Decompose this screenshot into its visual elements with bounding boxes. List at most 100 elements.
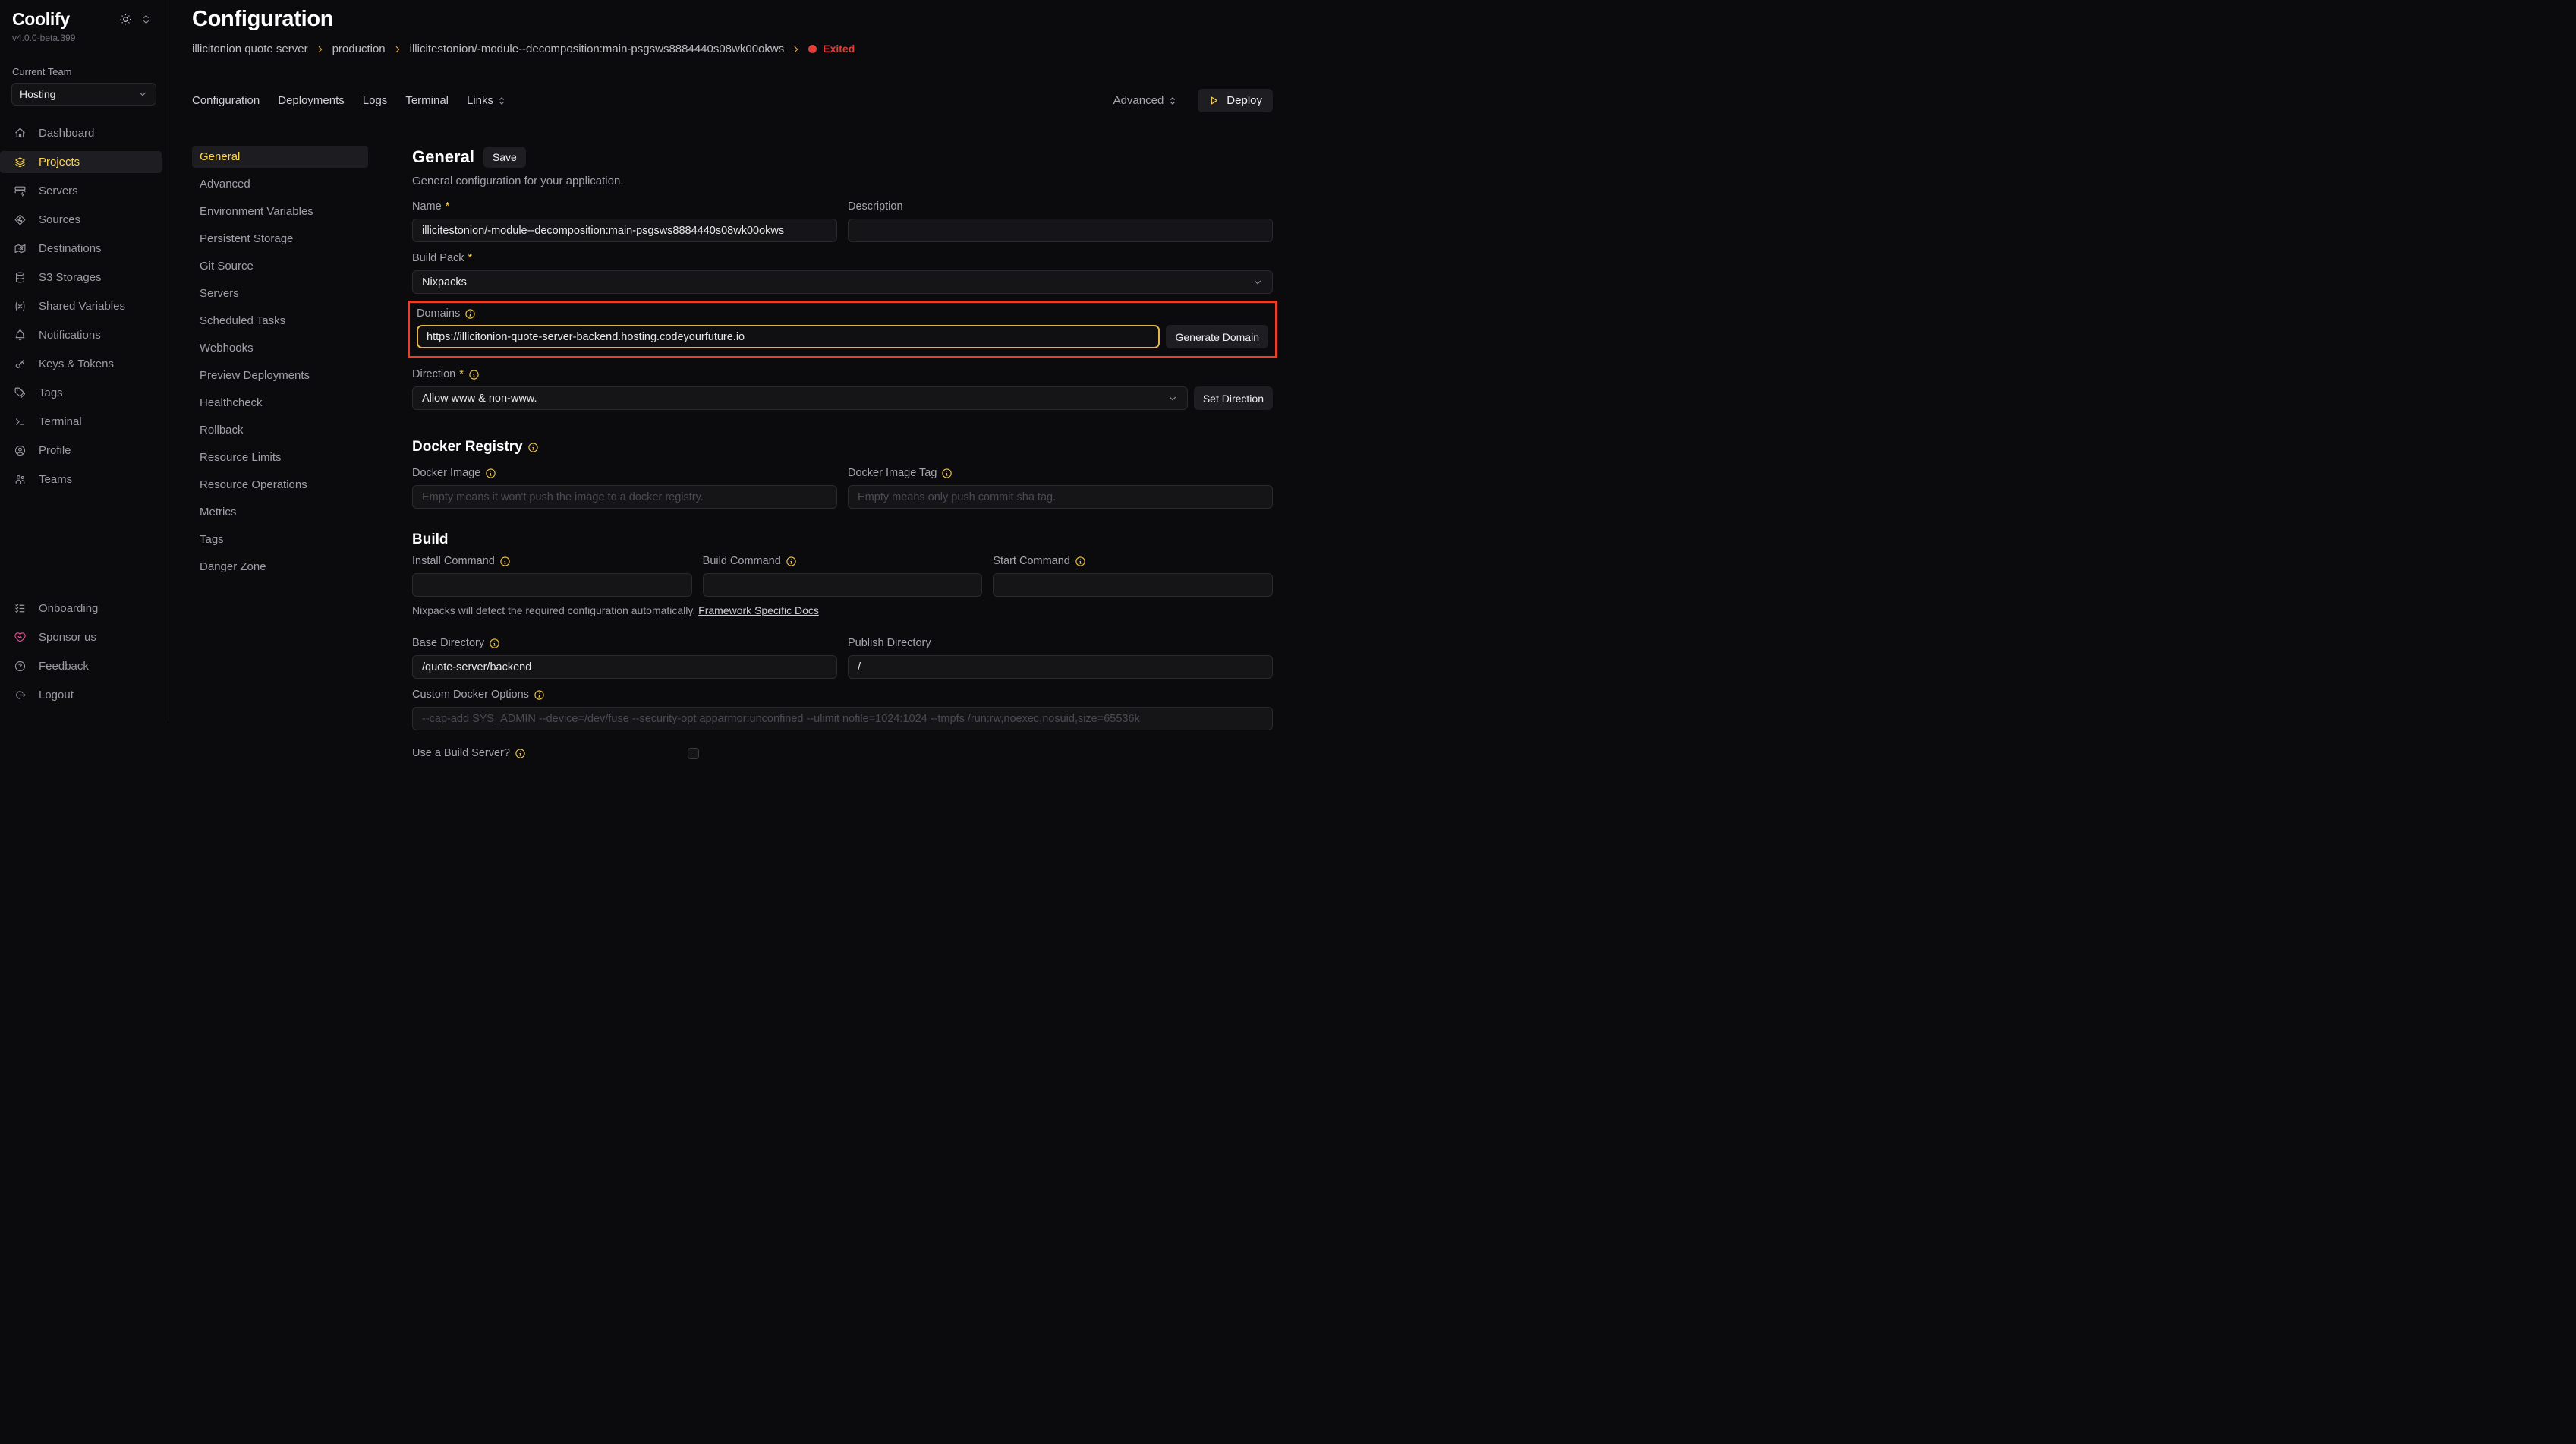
checklist-icon xyxy=(14,602,27,615)
tab-links[interactable]: Links xyxy=(467,94,507,107)
section-subtitle: General configuration for your applicati… xyxy=(412,175,1273,188)
sidebar-item-terminal[interactable]: Terminal xyxy=(0,411,162,433)
tab-logs[interactable]: Logs xyxy=(363,94,388,107)
status-badge: Exited xyxy=(808,43,855,55)
sidebar-item-servers[interactable]: Servers xyxy=(0,180,162,202)
sidebar-item-sources[interactable]: Sources xyxy=(0,209,162,231)
sidebar-item-tags[interactable]: Tags xyxy=(0,382,162,404)
tab-deployments[interactable]: Deployments xyxy=(278,94,345,107)
team-select[interactable]: Hosting xyxy=(11,83,156,106)
instance-selector-icon[interactable] xyxy=(140,13,153,26)
server-icon xyxy=(14,184,27,197)
tags-icon xyxy=(14,386,27,399)
app-logo[interactable]: Coolify xyxy=(12,9,70,30)
subnav-item-webhooks[interactable]: Webhooks xyxy=(192,337,368,359)
git-source-icon xyxy=(14,213,27,226)
info-icon xyxy=(534,689,545,701)
sidebar-item-keys-tokens[interactable]: Keys & Tokens xyxy=(0,353,162,375)
config-subnav: General Advanced Environment Variables P… xyxy=(192,146,368,759)
breadcrumb-resource[interactable]: illicitestonion/-module--decomposition:m… xyxy=(410,43,785,55)
theme-sun-icon[interactable] xyxy=(119,13,132,26)
domains-highlight-box: Domains Generate Domain xyxy=(408,301,1277,358)
use-build-server-checkbox[interactable] xyxy=(688,748,699,759)
sidebar-item-destinations[interactable]: Destinations xyxy=(0,238,162,260)
subnav-item-resource-limits[interactable]: Resource Limits xyxy=(192,446,368,468)
base-directory-input[interactable] xyxy=(412,655,837,679)
subnav-item-resource-operations[interactable]: Resource Operations xyxy=(192,474,368,496)
sidebar-item-s3-storages[interactable]: S3 Storages xyxy=(0,266,162,288)
docker-image-tag-input[interactable] xyxy=(848,485,1273,509)
home-icon xyxy=(14,127,27,140)
main-content: Configuration illicitonion quote server … xyxy=(168,0,1288,722)
generate-domain-button[interactable]: Generate Domain xyxy=(1166,325,1268,348)
advanced-dropdown[interactable]: Advanced xyxy=(1113,94,1179,107)
start-command-input[interactable] xyxy=(993,573,1273,597)
sidebar-item-feedback[interactable]: Feedback xyxy=(0,655,162,677)
info-icon xyxy=(515,748,526,759)
selector-icon xyxy=(496,96,507,106)
sidebar-item-dashboard[interactable]: Dashboard xyxy=(0,122,162,144)
database-icon xyxy=(14,271,27,284)
name-input[interactable] xyxy=(412,219,837,242)
subnav-item-scheduled-tasks[interactable]: Scheduled Tasks xyxy=(192,310,368,332)
direction-label: Direction* xyxy=(412,367,1273,381)
chevron-down-icon xyxy=(137,89,148,99)
subnav-item-general[interactable]: General xyxy=(192,146,368,168)
custom-docker-options-input[interactable] xyxy=(412,707,1273,730)
sidebar-item-shared-variables[interactable]: Shared Variables xyxy=(0,295,162,317)
tab-terminal[interactable]: Terminal xyxy=(405,94,449,107)
chevron-right-icon xyxy=(315,44,326,55)
description-input[interactable] xyxy=(848,219,1273,242)
install-command-input[interactable] xyxy=(412,573,692,597)
logout-icon xyxy=(14,689,27,702)
subnav-item-healthcheck[interactable]: Healthcheck xyxy=(192,392,368,414)
required-asterisk: * xyxy=(446,200,450,213)
subnav-item-tags[interactable]: Tags xyxy=(192,528,368,550)
domains-input[interactable] xyxy=(417,325,1160,348)
deploy-button[interactable]: Deploy xyxy=(1198,89,1273,112)
publish-directory-input[interactable] xyxy=(848,655,1273,679)
subnav-item-advanced[interactable]: Advanced xyxy=(192,173,368,195)
info-icon xyxy=(485,468,496,479)
breadcrumb-environment[interactable]: production xyxy=(332,43,386,55)
map-icon xyxy=(14,242,27,255)
play-icon xyxy=(1208,95,1220,106)
section-heading-docker-registry: Docker Registry xyxy=(412,439,1273,456)
sidebar-item-profile[interactable]: Profile xyxy=(0,440,162,462)
subnav-item-git-source[interactable]: Git Source xyxy=(192,255,368,277)
breadcrumb-project[interactable]: illicitonion quote server xyxy=(192,43,308,55)
info-icon xyxy=(1075,556,1086,567)
info-icon xyxy=(464,308,476,320)
subnav-item-danger-zone[interactable]: Danger Zone xyxy=(192,556,368,578)
sidebar-item-onboarding[interactable]: Onboarding xyxy=(0,597,162,620)
sidebar-item-logout[interactable]: Logout xyxy=(0,684,162,706)
direction-select[interactable]: Allow www & non-www. xyxy=(412,386,1188,410)
subnav-item-metrics[interactable]: Metrics xyxy=(192,501,368,523)
current-team-label: Current Team xyxy=(0,43,168,77)
info-icon xyxy=(468,369,480,380)
variable-icon xyxy=(14,300,27,313)
set-direction-button[interactable]: Set Direction xyxy=(1194,386,1273,410)
publish-directory-label: Publish Directory xyxy=(848,636,1273,650)
subnav-item-preview-deployments[interactable]: Preview Deployments xyxy=(192,364,368,386)
sidebar-item-teams[interactable]: Teams xyxy=(0,468,162,490)
sidebar-item-projects[interactable]: Projects xyxy=(0,151,162,173)
sidebar-item-sponsor-us[interactable]: Sponsor us xyxy=(0,626,162,648)
subnav-item-persistent-storage[interactable]: Persistent Storage xyxy=(192,228,368,250)
framework-docs-link[interactable]: Framework Specific Docs xyxy=(698,604,819,616)
subnav-item-rollback[interactable]: Rollback xyxy=(192,419,368,441)
tab-bar: Configuration Deployments Logs Terminal … xyxy=(192,89,1273,112)
chevron-right-icon xyxy=(392,44,403,55)
sidebar-item-notifications[interactable]: Notifications xyxy=(0,324,162,346)
subnav-item-environment-variables[interactable]: Environment Variables xyxy=(192,200,368,222)
nixpacks-note: Nixpacks will detect the required config… xyxy=(412,604,1273,616)
page-title: Configuration xyxy=(192,6,1273,32)
docker-image-tag-label: Docker Image Tag xyxy=(848,466,1273,480)
build-pack-select[interactable]: Nixpacks xyxy=(412,270,1273,294)
save-button[interactable]: Save xyxy=(483,147,526,168)
docker-image-input[interactable] xyxy=(412,485,837,509)
subnav-item-servers[interactable]: Servers xyxy=(192,282,368,304)
use-build-server-row: Use a Build Server? xyxy=(412,747,1273,759)
build-command-input[interactable] xyxy=(703,573,983,597)
tab-configuration[interactable]: Configuration xyxy=(192,94,260,107)
